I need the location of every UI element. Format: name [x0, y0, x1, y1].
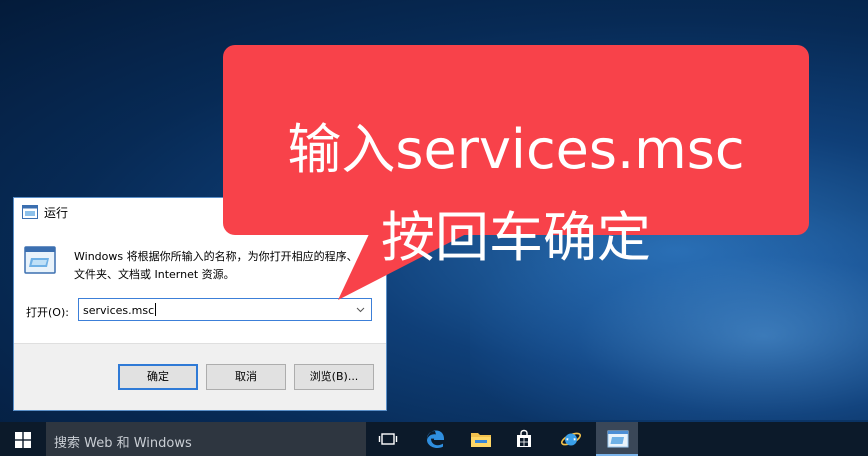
- search-placeholder: 搜索 Web 和 Windows: [54, 436, 192, 451]
- edge-icon: [426, 430, 444, 448]
- dialog-button-bar: 确定 取消 浏览(B)...: [14, 343, 386, 410]
- task-view-icon: [378, 433, 398, 445]
- windows-logo-icon: [15, 432, 31, 448]
- open-label: 打开(O):: [26, 306, 69, 319]
- run-icon: [22, 205, 38, 219]
- cancel-button[interactable]: 取消: [206, 364, 286, 390]
- taskbar: 搜索 Web 和 Windows: [0, 422, 868, 456]
- store-button[interactable]: [503, 422, 545, 456]
- callout-line-1: 输入services.msc: [287, 118, 745, 181]
- file-explorer-button[interactable]: [459, 422, 501, 456]
- callout-line-2: 按回车确定: [381, 206, 651, 269]
- store-icon: [517, 429, 531, 447]
- open-input[interactable]: services.msc: [83, 303, 157, 317]
- run-icon: [607, 430, 629, 448]
- run-program-icon: [24, 246, 56, 274]
- open-combobox[interactable]: services.msc: [78, 298, 372, 321]
- start-button[interactable]: [0, 422, 46, 456]
- instruction-callout: 输入services.msc 按回车确定: [223, 45, 809, 269]
- task-view-button[interactable]: [367, 422, 409, 456]
- internet-explorer-icon: [560, 432, 582, 446]
- taskbar-search-box[interactable]: 搜索 Web 和 Windows: [46, 422, 366, 456]
- desktop: { "dialog": { "title": "运行", "descriptio…: [0, 0, 868, 456]
- internet-explorer-button[interactable]: [549, 422, 591, 456]
- chevron-down-icon[interactable]: [356, 305, 365, 314]
- dialog-title: 运行: [44, 206, 69, 220]
- text-caret: [155, 303, 157, 316]
- open-input-value: services.msc: [83, 304, 155, 317]
- ok-button[interactable]: 确定: [118, 364, 198, 390]
- edge-button[interactable]: [414, 422, 456, 456]
- file-explorer-icon: [471, 433, 491, 447]
- run-taskbar-button[interactable]: [596, 422, 638, 456]
- browse-button[interactable]: 浏览(B)...: [294, 364, 374, 390]
